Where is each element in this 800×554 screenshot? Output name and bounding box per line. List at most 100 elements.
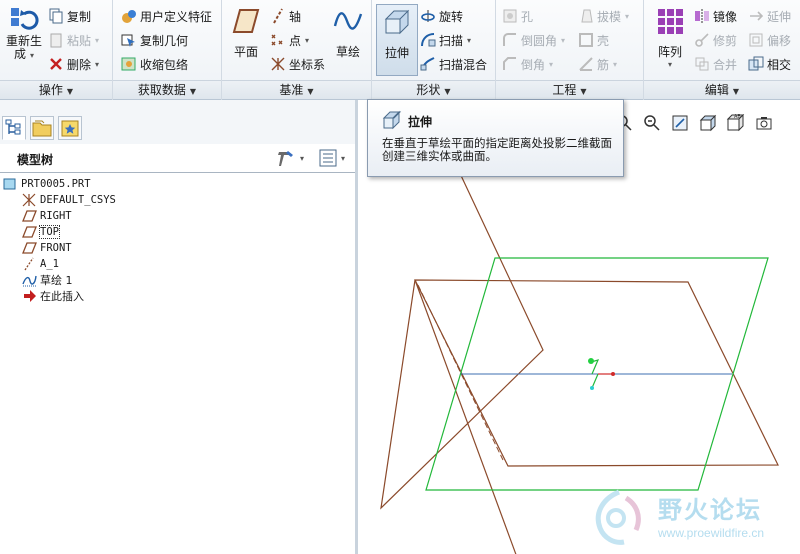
offset-button[interactable]: 偏移 [748, 30, 791, 50]
udf-button[interactable]: 用户定义特征 [121, 6, 212, 26]
csys-icon [271, 57, 285, 71]
merge-button[interactable]: 合并 [694, 54, 737, 74]
ribbon-toolbar: 重新生 成 ▾ 复制 粘贴 ▾ 删除 ▾ 操作 ▼ 用户定义特征 复制几何 收缩包络 获… [0, 0, 800, 100]
favorites-icon [61, 120, 79, 137]
merge-label: 合并 [713, 57, 738, 72]
sketch-button[interactable]: 草绘 [326, 4, 370, 60]
extend-button[interactable]: 延伸 [748, 6, 791, 26]
datum-plane-front [380, 166, 544, 510]
shell-button[interactable]: 壳 [578, 30, 609, 50]
paste-label: 粘贴 [67, 33, 92, 48]
tab-model-tree[interactable] [2, 116, 26, 140]
group-label-operations[interactable]: 操作 ▼ [0, 80, 112, 99]
datum-axis-icon [273, 8, 283, 24]
regenerate-icon [11, 8, 39, 30]
hole-label: 孔 [521, 9, 534, 24]
delete-button[interactable]: 删除 ▾ [48, 54, 99, 74]
copy-geometry-icon [121, 34, 135, 47]
swept-blend-button[interactable]: 扫描混合 [420, 54, 487, 74]
tree-node-default-csys[interactable]: DEFAULT_CSYS [22, 192, 116, 208]
extend-icon [750, 11, 764, 21]
tree-filter-button[interactable]: ▾ [319, 149, 345, 167]
delete-icon [50, 58, 62, 70]
hole-icon [503, 9, 517, 23]
extrude-button[interactable]: 拉伸 [376, 4, 418, 76]
display-style-button[interactable] [696, 111, 720, 135]
datum-plane-button[interactable]: 平面 [224, 4, 268, 60]
round-button[interactable]: 倒圆角 ▾ [502, 30, 565, 50]
offset-label: 偏移 [767, 33, 792, 48]
insert-arrow-icon [24, 290, 36, 302]
pattern-label: 阵列 [657, 45, 682, 59]
revolve-icon [421, 10, 435, 22]
model-tree-header: 模型树 ▾ ▾ [0, 146, 355, 172]
group-datum: 平面 轴 点 ▾ 坐标系 草绘 基准 ▼ [222, 0, 372, 100]
zoom-out-button[interactable] [640, 111, 664, 135]
pattern-icon [658, 9, 683, 34]
rib-icon [579, 57, 593, 71]
flame-logo-icon [595, 489, 641, 545]
tree-node-right[interactable]: RIGHT [22, 208, 72, 224]
pattern-button[interactable]: 阵列 ▾ [648, 4, 692, 69]
copy-geometry-button[interactable]: 复制几何 [121, 30, 188, 50]
hole-button[interactable]: 孔 [502, 6, 533, 26]
tree-settings-button[interactable]: ▾ [276, 149, 304, 167]
tree-node-axis[interactable]: A_1 [22, 256, 59, 272]
intersect-button[interactable]: 相交 [748, 54, 791, 74]
extrude-tooltip: 拉伸 在垂直于草绘平面的指定距离处投影二维截面创建三维实体或曲面。 [367, 99, 624, 177]
saved-views-button[interactable]: AB [724, 111, 748, 135]
datum-plane-icon [232, 9, 260, 33]
group-label-engineering[interactable]: 工程 ▼ [496, 80, 643, 99]
copy-button[interactable]: 复制 [48, 6, 91, 26]
tree-node-insert-here[interactable]: 在此插入 [22, 288, 84, 304]
tree-node-label: A_1 [40, 258, 59, 270]
draft-button[interactable]: 拔模 ▾ [578, 6, 629, 26]
tree-node-label: PRT0005.PRT [21, 178, 91, 190]
tree-node-top[interactable]: TOP [22, 224, 60, 240]
tree-node-sketch[interactable]: 草绘 1 [22, 272, 73, 288]
sketch-icon [333, 12, 363, 30]
rib-button[interactable]: 筋 ▾ [578, 54, 617, 74]
mirror-label: 镜像 [713, 9, 738, 24]
delete-label: 删除 [67, 57, 92, 72]
datum-axis-button[interactable]: 轴 [270, 6, 301, 26]
refit-button[interactable] [668, 111, 692, 135]
datum-csys-button[interactable]: 坐标系 [270, 54, 325, 74]
group-label-editing[interactable]: 编辑 ▼ [644, 80, 800, 99]
tree-node-label: FRONT [40, 242, 72, 254]
mirror-button[interactable]: 镜像 [694, 6, 737, 26]
draft-icon [581, 9, 593, 23]
sweep-icon [421, 33, 436, 47]
chamfer-button[interactable]: 倒角 ▾ [502, 54, 553, 74]
copy-geometry-label: 复制几何 [140, 33, 189, 48]
extrude-icon [382, 110, 402, 130]
regenerate-button[interactable]: 重新生 成 ▾ [2, 4, 46, 62]
tree-node-front[interactable]: FRONT [22, 240, 72, 256]
copy-label: 复制 [67, 9, 92, 24]
paste-button[interactable]: 粘贴 ▾ [48, 30, 99, 50]
shrinkwrap-button[interactable]: 收缩包络 [121, 54, 188, 74]
udf-icon [122, 10, 136, 23]
revolve-button[interactable]: 旋转 [420, 6, 463, 26]
tree-node-label: RIGHT [40, 210, 72, 222]
datum-point-label: 点 [289, 33, 302, 48]
group-label-shapes[interactable]: 形状 ▼ [372, 80, 495, 99]
tab-favorites[interactable] [58, 116, 82, 140]
revolve-label: 旋转 [439, 9, 464, 24]
sweep-button[interactable]: 扫描 ▾ [420, 30, 471, 50]
intersect-label: 相交 [767, 57, 792, 72]
group-label-getdata[interactable]: 获取数据 ▼ [113, 80, 221, 99]
trim-button[interactable]: 修剪 [694, 30, 737, 50]
saved-views-icon: AB [726, 114, 745, 132]
chamfer-icon [503, 57, 516, 70]
paste-icon [50, 33, 62, 48]
tab-folder-browser[interactable] [30, 116, 54, 140]
datum-point-button[interactable]: 点 ▾ [270, 30, 309, 50]
tree-node-part[interactable]: PRT0005.PRT [3, 176, 91, 192]
model-tree-title: 模型树 [17, 153, 54, 167]
sweep-label: 扫描 [439, 33, 464, 48]
group-label-datum[interactable]: 基准 ▼ [222, 80, 371, 99]
view-manager-button[interactable] [752, 111, 776, 135]
group-getdata: 用户定义特征 复制几何 收缩包络 获取数据 ▼ [113, 0, 222, 100]
csys-triad [588, 358, 615, 390]
